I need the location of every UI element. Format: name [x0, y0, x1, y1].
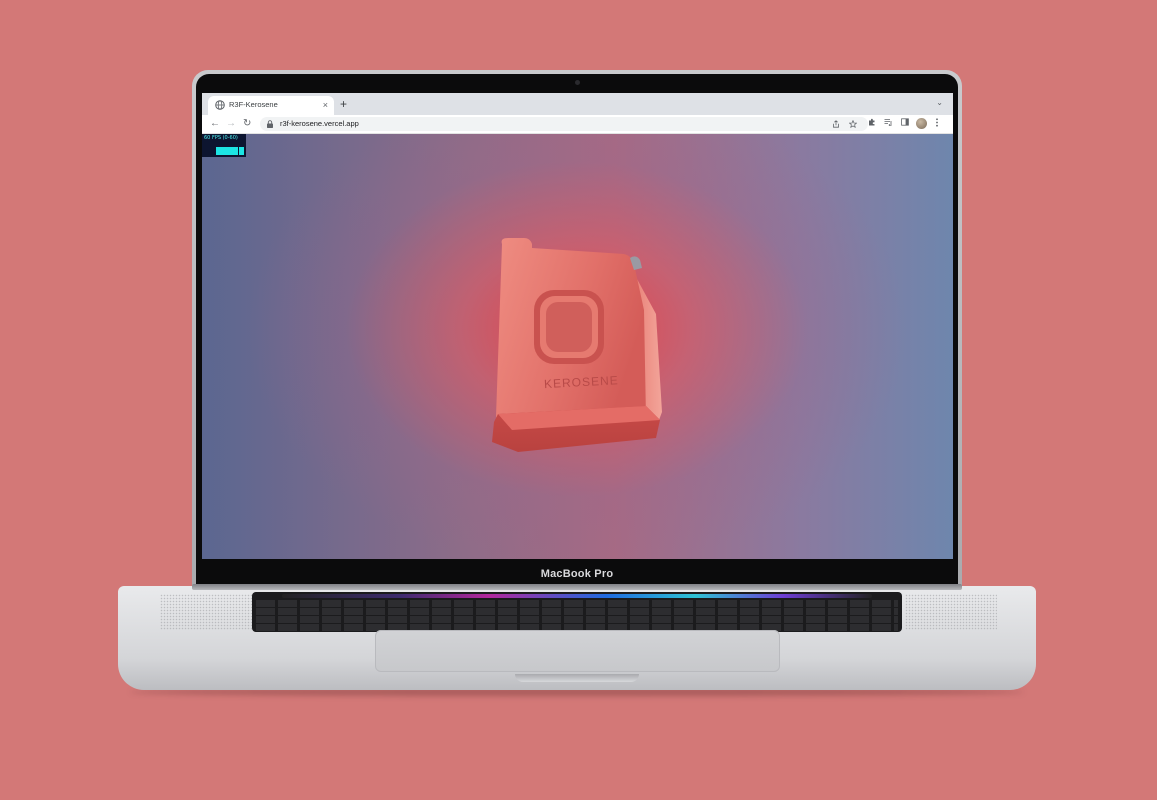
sidepanel-icon[interactable] [901, 118, 909, 126]
tab-strip: R3F-Kerosene × + ⌄ [202, 93, 953, 115]
back-button[interactable]: ← [210, 117, 220, 131]
kerosene-can-3d-model[interactable]: KEROSENE [484, 232, 674, 467]
key-row [256, 616, 898, 623]
new-tab-button[interactable]: + [340, 97, 347, 111]
webcam [575, 80, 580, 85]
trackpad [375, 630, 780, 672]
tab-title: R3F-Kerosene [229, 100, 278, 109]
fps-readout: 60 FPS (0-60) [204, 135, 238, 141]
lid-opening-notch [515, 674, 639, 682]
fps-graph [216, 147, 244, 155]
left-speaker-grille [160, 594, 252, 630]
laptop-mockup-scene: R3F-Kerosene × + ⌄ ← → ↻ r3f-kerosene.ve… [0, 0, 1157, 800]
url-text: r3f-kerosene.vercel.app [280, 119, 359, 128]
reload-button[interactable]: ↻ [243, 117, 251, 131]
browser-toolbar: ← → ↻ r3f-kerosene.vercel.app [202, 115, 953, 134]
kebab-menu-icon[interactable] [935, 118, 939, 127]
address-bar[interactable]: r3f-kerosene.vercel.app [260, 117, 868, 131]
right-speaker-grille [905, 594, 997, 630]
forward-button[interactable]: → [226, 117, 236, 131]
media-queue-icon[interactable] [884, 118, 893, 126]
globe-icon [215, 100, 225, 110]
fps-stats-panel[interactable]: 60 FPS (0-60) [202, 134, 246, 157]
key-row [256, 600, 898, 607]
share-icon[interactable] [832, 120, 840, 128]
browser-window: R3F-Kerosene × + ⌄ ← → ↻ r3f-kerosene.ve… [202, 93, 953, 559]
close-tab-icon[interactable]: × [323, 98, 328, 112]
device-model-label: MacBook Pro [540, 568, 614, 580]
star-icon[interactable] [849, 120, 857, 128]
touch-bar [282, 594, 872, 598]
webgl-canvas[interactable]: 60 FPS (0-60) KEROSENE [202, 134, 953, 559]
profile-avatar[interactable] [916, 118, 927, 129]
browser-tab[interactable]: R3F-Kerosene × [208, 96, 334, 115]
laptop-hinge [192, 584, 962, 590]
keyboard [252, 592, 902, 632]
tab-search-chevron-icon[interactable]: ⌄ [936, 98, 943, 107]
lock-icon [267, 120, 273, 128]
key-row [256, 608, 898, 615]
puzzle-icon[interactable] [868, 118, 876, 126]
